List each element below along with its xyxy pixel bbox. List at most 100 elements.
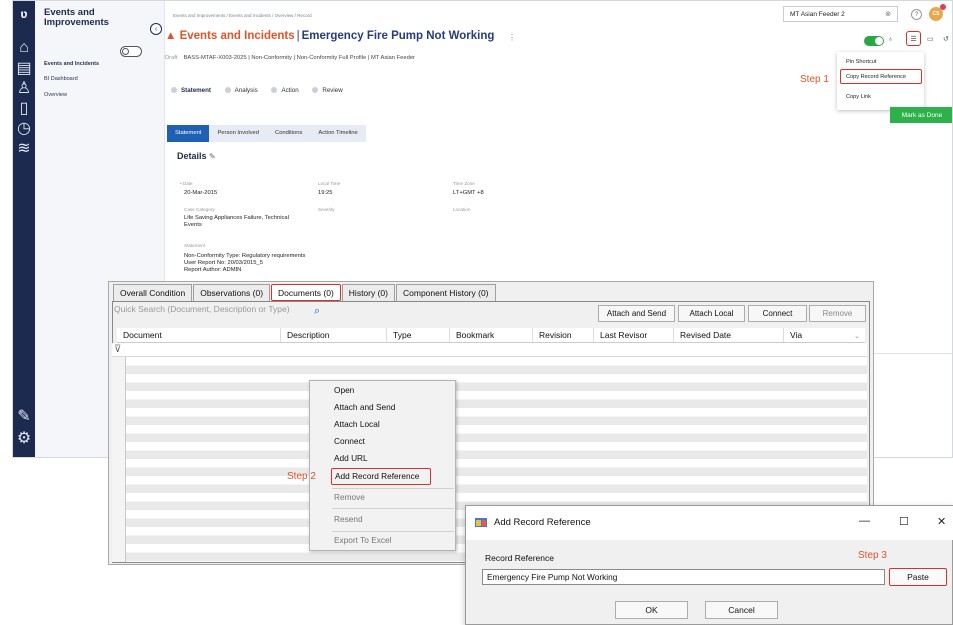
- time-zone-value: LT+GMT +8: [453, 190, 484, 196]
- users-icon[interactable]: ♙: [17, 80, 31, 97]
- paste-button[interactable]: Paste: [889, 568, 947, 586]
- status-badge: Draft: [165, 55, 178, 61]
- vessel-select-value: MT Asian Feeder 2: [790, 11, 845, 18]
- step-action[interactable]: Action: [271, 87, 299, 94]
- menu-separator: [332, 508, 454, 509]
- menu-item-copy-link[interactable]: Copy Link: [846, 94, 871, 100]
- attach-and-send-button[interactable]: Attach and Send: [598, 305, 675, 322]
- step-analysis[interactable]: Analysis: [224, 87, 258, 94]
- bulb-icon[interactable]: ♁: [888, 36, 893, 43]
- step-dot-icon: [271, 87, 278, 93]
- search-icon[interactable]: ⌕: [314, 305, 320, 318]
- menu-item-pin-shortcut[interactable]: Pin Shortcut: [846, 59, 876, 65]
- column-bookmark[interactable]: Bookmark: [450, 328, 533, 342]
- documents-icon[interactable]: ▤: [16, 60, 31, 77]
- chevron-down-icon[interactable]: ⌄: [854, 332, 860, 340]
- step-1-label: Step 1: [800, 74, 829, 85]
- analytics-icon[interactable]: ≋: [17, 140, 31, 157]
- menu-item-copy-record-reference[interactable]: Copy Record Reference: [840, 69, 922, 84]
- menu-item-add-record-reference[interactable]: Add Record Reference: [331, 468, 431, 485]
- tab-statement[interactable]: Statement: [167, 125, 210, 142]
- kebab-icon[interactable]: ⋮: [508, 33, 516, 42]
- mark-as-done-button[interactable]: Mark as Done: [890, 107, 952, 123]
- breadcrumb-item[interactable]: Events and Improvements: [173, 13, 225, 18]
- tab-person-involved[interactable]: Person Involved: [209, 125, 267, 142]
- file-icon[interactable]: ▯: [17, 100, 31, 117]
- column-type[interactable]: Type: [387, 328, 450, 342]
- panel-tabs: Overall Condition Observations (0) Docum…: [113, 284, 497, 301]
- tab-conditions[interactable]: Conditions: [267, 125, 310, 142]
- tab-action-timeline[interactable]: Action Timeline: [310, 125, 365, 142]
- column-revision[interactable]: Revision: [533, 328, 594, 342]
- breadcrumb-item[interactable]: Events and Incidents: [229, 13, 271, 18]
- sidebar-item-overview[interactable]: Overview: [44, 92, 67, 98]
- menu-item-export-to-excel[interactable]: Export To Excel: [334, 535, 392, 545]
- step-review[interactable]: Review: [312, 87, 343, 94]
- menu-item-resend[interactable]: Resend: [334, 514, 363, 524]
- record-meta: Draft BASS-MTAF-X003-2025 | Non-Conformit…: [165, 55, 415, 61]
- remove-button[interactable]: Remove: [809, 305, 866, 322]
- connect-button[interactable]: Connect: [748, 305, 807, 322]
- tab-documents[interactable]: Documents (0): [271, 284, 341, 301]
- sidebar-item-events-incidents[interactable]: Events and Incidents: [44, 61, 99, 67]
- breadcrumb-item[interactable]: Overview: [275, 13, 294, 18]
- column-last-revisor[interactable]: Last Revisor: [594, 328, 674, 342]
- collapse-chevron-icon[interactable]: ‹: [150, 23, 162, 35]
- record-reference-field[interactable]: Emergency Fire Pump Not Working: [482, 569, 885, 585]
- ok-button[interactable]: OK: [615, 601, 688, 619]
- sidebar-toggle[interactable]: [120, 46, 142, 57]
- step-3-label: Step 3: [858, 550, 887, 561]
- step-dot-icon: [224, 87, 231, 93]
- date-label: • Date: [180, 181, 193, 186]
- filter-icon[interactable]: ⊽: [114, 344, 121, 355]
- menu-separator: [332, 488, 454, 489]
- step-2-label: Step 2: [287, 471, 316, 482]
- quick-search-input[interactable]: Quick Search (Document, Description or T…: [114, 304, 310, 320]
- workflow-steps: Statement Analysis Action Review: [171, 87, 355, 94]
- menu-item-remove[interactable]: Remove: [334, 492, 365, 502]
- history-icon[interactable]: ↺: [943, 35, 949, 43]
- wrench-icon[interactable]: ✎: [17, 408, 31, 425]
- menu-item-open[interactable]: Open: [334, 385, 354, 395]
- step-statement[interactable]: Statement: [171, 87, 211, 94]
- sidebar-item-bi-dashboard[interactable]: BI Dashboard: [44, 76, 78, 82]
- documents-context-menu: Open Attach and Send Attach Local Connec…: [309, 380, 456, 551]
- edit-icon[interactable]: ✎: [209, 152, 216, 161]
- online-toggle[interactable]: [864, 36, 884, 46]
- cancel-button[interactable]: Cancel: [705, 601, 778, 619]
- record-actions-icon[interactable]: ☰: [906, 31, 921, 46]
- case-category-value: Life Saving Appliances Failure, Technica…: [184, 215, 289, 228]
- add-record-reference-dialog: Add Record Reference — ☐ ✕ Record Refere…: [465, 505, 953, 625]
- close-icon[interactable]: ✕: [937, 515, 946, 528]
- severity-label: Severity: [318, 207, 335, 212]
- minimize-icon[interactable]: —: [859, 515, 870, 527]
- maximize-icon[interactable]: ☐: [899, 515, 909, 528]
- tab-component-history[interactable]: Component History (0): [396, 284, 496, 301]
- vessel-select[interactable]: MT Asian Feeder 2 ⊚: [783, 6, 898, 22]
- filter-row[interactable]: [112, 343, 867, 357]
- dialog-title: Add Record Reference: [494, 517, 591, 528]
- home-icon[interactable]: ⌂: [17, 39, 31, 56]
- attach-local-button[interactable]: Attach Local: [678, 305, 745, 322]
- menu-item-add-url[interactable]: Add URL: [334, 453, 368, 463]
- column-document[interactable]: Document: [117, 328, 281, 342]
- tab-history[interactable]: History (0): [341, 284, 395, 301]
- column-revised-date[interactable]: Revised Date: [674, 328, 784, 342]
- column-description[interactable]: Description: [281, 328, 387, 342]
- statement-line: Non-Conformity Type: Regulatory requirem…: [184, 253, 306, 259]
- gear-icon[interactable]: ⚙: [17, 430, 31, 447]
- tab-overall-condition[interactable]: Overall Condition: [113, 284, 193, 301]
- details-heading: Details ✎: [177, 151, 216, 161]
- case-category-label: Case Category: [184, 207, 215, 212]
- notification-badge: [940, 4, 946, 10]
- page-title: ▲ Events and Incidents | Emergency Fire Pu…: [165, 30, 495, 42]
- tab-observations[interactable]: Observations (0): [193, 284, 271, 301]
- help-icon[interactable]: ?: [911, 9, 922, 20]
- clock-icon[interactable]: ◷: [17, 120, 31, 137]
- local-time-label: Local Time: [318, 181, 341, 186]
- menu-item-connect[interactable]: Connect: [334, 436, 365, 446]
- chat-icon[interactable]: ▭: [927, 35, 934, 43]
- column-via[interactable]: Via: [784, 328, 865, 342]
- menu-item-attach-and-send[interactable]: Attach and Send: [334, 402, 395, 412]
- menu-item-attach-local[interactable]: Attach Local: [334, 419, 380, 429]
